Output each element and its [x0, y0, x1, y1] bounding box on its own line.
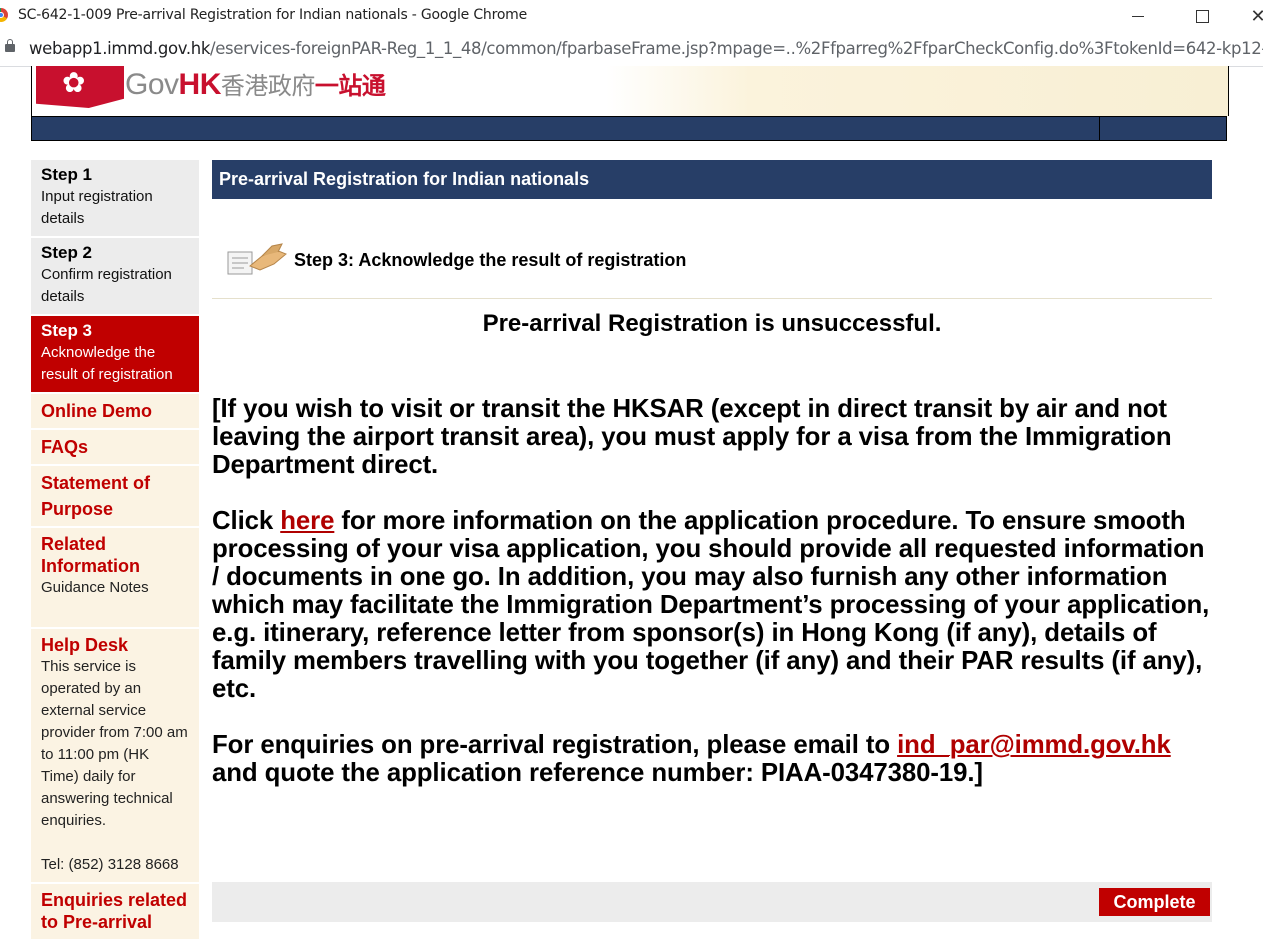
step-title: Step 3 — [41, 321, 93, 340]
logo-cn2: 一站通 — [314, 73, 386, 100]
minimize-button[interactable] — [1118, 4, 1158, 28]
enquiry-suffix: and quote the application reference numb… — [212, 759, 983, 787]
result-title: Pre-arrival Registration is unsuccessful… — [482, 310, 942, 337]
site-header: ✿ GovHK香港政府一站通 — [31, 66, 1229, 116]
enquiries-title[interactable]: Enquiries related to Pre-arrival — [41, 889, 189, 933]
sidebar-enquiries: Enquiries related to Pre-arrival — [31, 884, 199, 941]
action-bar: Complete — [212, 882, 1212, 922]
sidebar-related-info: Related Information Guidance Notes — [31, 528, 199, 629]
enquiry-info: For enquiries on pre-arrival registratio… — [212, 731, 1212, 787]
step-label: Step 3: Acknowledge the result of regist… — [294, 250, 687, 270]
sidebar-link-faqs[interactable]: FAQs — [31, 430, 199, 466]
email-link[interactable]: ind_par@immd.gov.hk — [897, 731, 1171, 759]
enquiry-prefix: For enquiries on pre-arrival registratio… — [212, 731, 898, 759]
url-path: /eservices-foreignPAR-Reg_1_1_48/common/… — [210, 39, 1263, 58]
sidebar-step-1: Step 1 Input registration details — [31, 160, 199, 238]
help-tel: Tel: (852) 3128 8668 — [41, 856, 179, 873]
application-info: Click here for more information on the a… — [212, 507, 1212, 703]
sidebar-step-2: Step 2 Confirm registration details — [31, 238, 199, 316]
top-nav-bar — [31, 116, 1227, 141]
step-desc: Input registration details — [41, 188, 153, 227]
maximize-button[interactable] — [1182, 4, 1222, 28]
here-link[interactable]: here — [280, 507, 334, 535]
step-desc: Acknowledge the result of registration — [41, 344, 173, 383]
logo-gov: Gov — [125, 68, 179, 101]
step-indicator: Step 3: Acknowledge the result of regist… — [212, 160, 1212, 299]
main-content: Pre-arrival Registration for Indian nati… — [212, 160, 1212, 787]
step-title: Step 1 — [41, 165, 93, 184]
step-desc: Confirm registration details — [41, 266, 172, 305]
handshake-document-icon — [226, 240, 290, 283]
sidebar-link-statement[interactable]: Statement of Purpose — [31, 466, 199, 528]
close-button[interactable]: ✕ — [1238, 4, 1263, 28]
logo-cn1: 香港政府 — [220, 73, 316, 100]
help-title: Help Desk — [41, 635, 129, 655]
logo-hk: HK — [178, 68, 222, 101]
address-bar[interactable]: webapp1.immd.gov.hk/eservices-foreignPAR… — [0, 32, 1263, 67]
result-message: [If you wish to visit or transit the HKS… — [212, 395, 1212, 815]
application-info-text: for more information on the application … — [212, 507, 1210, 703]
url-host: webapp1.immd.gov.hk — [29, 39, 211, 58]
sidebar-step-3: Step 3 Acknowledge the result of registr… — [31, 316, 199, 394]
lock-icon[interactable] — [5, 39, 15, 52]
guidance-notes-link[interactable]: Guidance Notes — [41, 577, 189, 599]
window-title: SC-642-1-009 Pre-arrival Registration fo… — [18, 7, 528, 23]
visa-notice: [If you wish to visit or transit the HKS… — [212, 395, 1172, 479]
complete-button[interactable]: Complete — [1099, 888, 1210, 916]
window-titlebar: SC-642-1-009 Pre-arrival Registration fo… — [0, 0, 1263, 32]
bauhinia-icon: ✿ — [62, 67, 86, 98]
related-title: Related Information — [41, 534, 140, 576]
help-desc: This service is operated by an external … — [41, 658, 188, 829]
sidebar-link-online-demo[interactable]: Online Demo — [31, 394, 199, 430]
chrome-icon — [0, 8, 8, 22]
govhk-logo[interactable]: GovHK香港政府一站通 — [125, 66, 386, 102]
step-title: Step 2 — [41, 243, 93, 262]
hk-flag-logo[interactable]: ✿ — [36, 66, 124, 108]
click-prefix: Click — [212, 507, 281, 535]
nav-divider — [1099, 117, 1100, 140]
url-text[interactable]: webapp1.immd.gov.hk/eservices-foreignPAR… — [29, 39, 1263, 58]
sidebar: Step 1 Input registration details Step 2… — [31, 160, 199, 941]
sidebar-help-desk: Help Desk This service is operated by an… — [31, 629, 199, 884]
